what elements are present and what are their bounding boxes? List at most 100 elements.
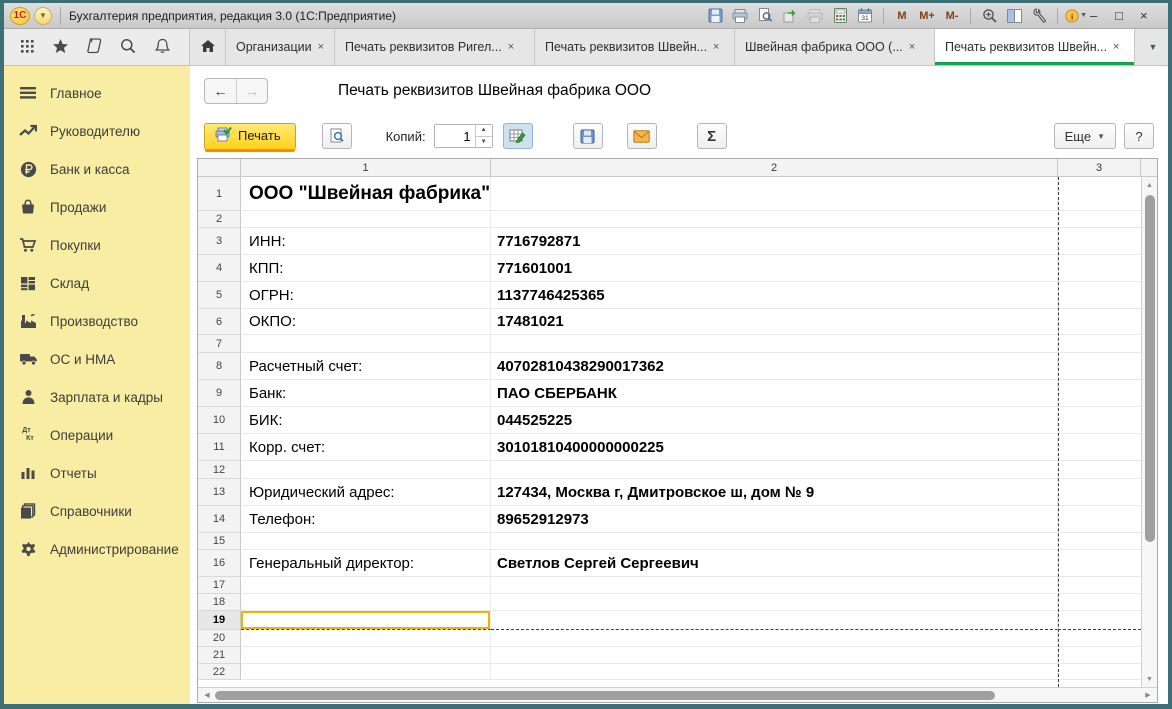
row-number[interactable]: 2: [198, 211, 241, 228]
cell-empty[interactable]: [1058, 211, 1141, 228]
cell-value[interactable]: [491, 577, 1058, 594]
cell-label[interactable]: [241, 533, 491, 550]
cell-value[interactable]: 30101810400000000225: [491, 434, 1058, 461]
cell-empty[interactable]: [1058, 550, 1141, 577]
sidebar-item-4[interactable]: Продажи: [4, 188, 190, 226]
preview-button[interactable]: [321, 123, 352, 149]
cell-empty[interactable]: [1058, 309, 1141, 335]
sidebar-item-1[interactable]: Главное: [4, 74, 190, 112]
cell-label[interactable]: ОКПО:: [241, 309, 491, 335]
row-number[interactable]: 4: [198, 255, 241, 282]
sum-button[interactable]: Σ: [696, 123, 727, 149]
horizontal-scrollbar[interactable]: ◀ ▶: [198, 687, 1157, 702]
cell-empty[interactable]: [1058, 533, 1141, 550]
service-tools-icon[interactable]: [1028, 6, 1050, 26]
scroll-down-arrow[interactable]: ▼: [1146, 673, 1153, 685]
back-button[interactable]: ←: [205, 79, 236, 103]
cell-label[interactable]: [241, 594, 491, 611]
cell-empty[interactable]: [1058, 506, 1141, 533]
cell-value[interactable]: 044525225: [491, 407, 1058, 434]
tab-overflow-button[interactable]: ▼: [1138, 29, 1168, 65]
forward-button[interactable]: →: [236, 79, 267, 103]
print-button[interactable]: Печать: [204, 122, 296, 150]
info-button[interactable]: i ▼: [1065, 6, 1087, 26]
cell-value[interactable]: [491, 177, 1058, 211]
row-number[interactable]: 13: [198, 479, 241, 506]
cell-label[interactable]: [241, 647, 491, 664]
copies-increment-button[interactable]: ▲: [475, 125, 492, 137]
close-button[interactable]: ×: [1140, 6, 1162, 26]
tab-3[interactable]: Печать реквизитов Швейн... ×: [535, 29, 736, 65]
scroll-left-arrow[interactable]: ◀: [201, 691, 213, 699]
copies-input[interactable]: [434, 125, 475, 147]
cell-label[interactable]: [241, 335, 491, 353]
cell-value[interactable]: ПАО СБЕРБАНК: [491, 380, 1058, 407]
cell-value[interactable]: [491, 594, 1058, 611]
column-header-1[interactable]: 1: [241, 159, 491, 177]
sidebar-item-11[interactable]: Отчеты: [4, 454, 190, 492]
cell-value[interactable]: [491, 211, 1058, 228]
cell-empty[interactable]: [1058, 611, 1141, 630]
sidebar-item-3[interactable]: Банк и касса: [4, 150, 190, 188]
row-number[interactable]: 14: [198, 506, 241, 533]
system-menu-button[interactable]: ▼: [34, 6, 52, 25]
horizontal-scroll-thumb[interactable]: [215, 690, 996, 700]
help-button[interactable]: ?: [1124, 123, 1154, 149]
row-number[interactable]: 10: [198, 407, 241, 434]
cell-label[interactable]: КПП:: [241, 255, 491, 282]
cell-label[interactable]: ООО "Швейная фабрика": [241, 177, 491, 211]
search-button[interactable]: [117, 36, 139, 58]
sidebar-item-6[interactable]: Склад: [4, 264, 190, 302]
cell-value[interactable]: [491, 630, 1058, 647]
apps-grid-button[interactable]: [16, 36, 38, 58]
zoom-in-icon[interactable]: [978, 6, 1000, 26]
notifications-bell-button[interactable]: [151, 36, 173, 58]
cell-label[interactable]: БИК:: [241, 407, 491, 434]
minimize-button[interactable]: –: [1090, 6, 1112, 26]
column-header-3[interactable]: 3: [1058, 159, 1141, 177]
print-preview-icon[interactable]: [754, 6, 776, 26]
sidebar-item-10[interactable]: Дт Кт Операции: [4, 416, 190, 454]
cell-label[interactable]: Юридический адрес:: [241, 479, 491, 506]
row-number[interactable]: 7: [198, 335, 241, 353]
print-disabled-icon[interactable]: [804, 6, 826, 26]
sidebar-item-12[interactable]: Справочники: [4, 492, 190, 530]
cell-empty[interactable]: [1058, 353, 1141, 380]
cell-label[interactable]: Телефон:: [241, 506, 491, 533]
cell-value[interactable]: 7716792871: [491, 228, 1058, 255]
cell-value[interactable]: [491, 335, 1058, 353]
more-button[interactable]: Еще ▼: [1053, 123, 1116, 149]
row-number[interactable]: 9: [198, 380, 241, 407]
cell-value[interactable]: 127434, Москва г, Дмитровское ш, дом № 9: [491, 479, 1058, 506]
cell-label[interactable]: Банк:: [241, 380, 491, 407]
split-view-icon[interactable]: [1003, 6, 1025, 26]
cell-empty[interactable]: [1058, 461, 1141, 479]
tab-4[interactable]: Швейная фабрика ООО (... ×: [735, 29, 936, 65]
calendar-icon[interactable]: 31: [854, 6, 876, 26]
cell-value[interactable]: 40702810438290017362: [491, 353, 1058, 380]
sidebar-item-13[interactable]: Администрирование: [4, 530, 190, 568]
save-icon[interactable]: [704, 6, 726, 26]
row-number[interactable]: 3: [198, 228, 241, 255]
cell-empty[interactable]: [1058, 434, 1141, 461]
home-button[interactable]: [190, 29, 226, 65]
cell-empty[interactable]: [1058, 664, 1141, 680]
edit-table-button[interactable]: [502, 123, 533, 149]
row-number[interactable]: 17: [198, 577, 241, 594]
cell-empty[interactable]: [1058, 228, 1141, 255]
memory-m-minus-button[interactable]: M-: [941, 6, 963, 26]
cell-label[interactable]: [241, 461, 491, 479]
row-number[interactable]: 6: [198, 309, 241, 335]
cell-empty[interactable]: [1058, 577, 1141, 594]
sidebar-item-2[interactable]: Руководителю: [4, 112, 190, 150]
vertical-scroll-thumb[interactable]: [1144, 195, 1155, 543]
row-number[interactable]: 18: [198, 594, 241, 611]
cell-empty[interactable]: [1058, 255, 1141, 282]
row-number[interactable]: 1: [198, 177, 241, 211]
memory-m-button[interactable]: M: [891, 6, 913, 26]
cell-label[interactable]: ИНН:: [241, 228, 491, 255]
cell-empty[interactable]: [1058, 594, 1141, 611]
email-button[interactable]: [626, 123, 657, 149]
row-number[interactable]: 20: [198, 630, 241, 647]
memory-m-plus-button[interactable]: M+: [916, 6, 938, 26]
